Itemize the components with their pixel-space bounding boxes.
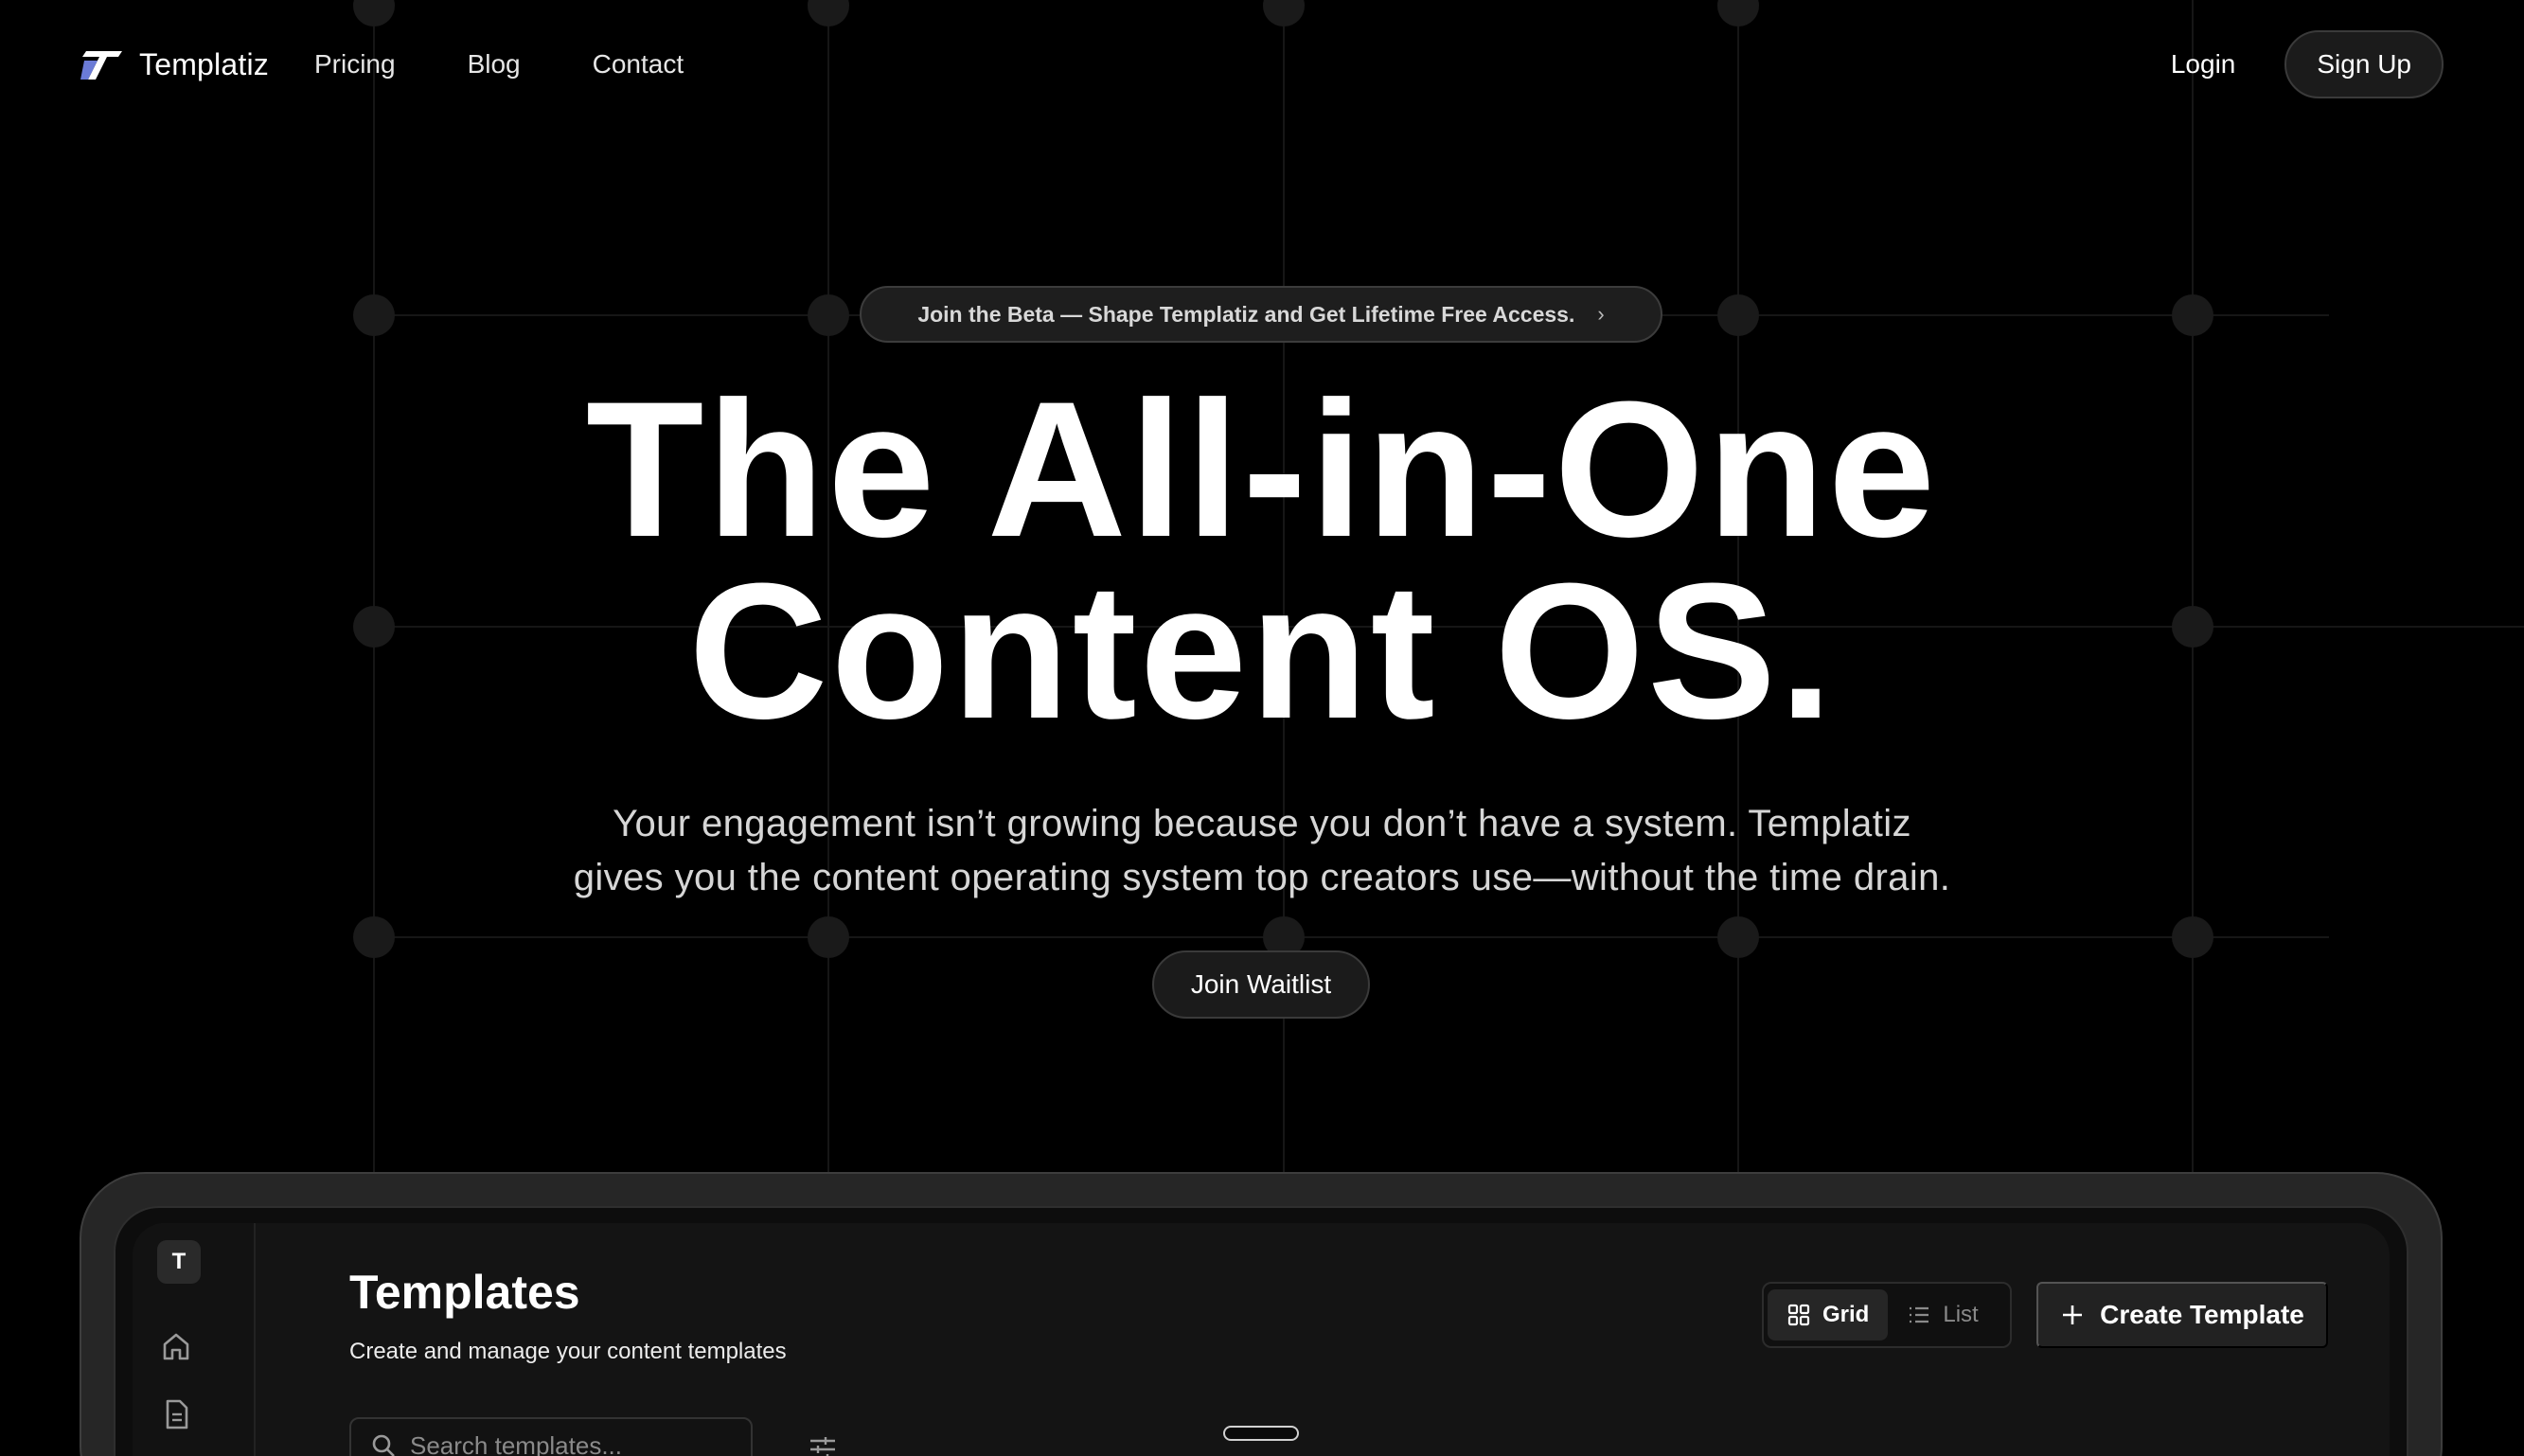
login-link[interactable]: Login — [2171, 49, 2236, 80]
nav-link-contact[interactable]: Contact — [593, 49, 684, 80]
sliders-icon[interactable] — [807, 1433, 839, 1456]
nav-link-pricing[interactable]: Pricing — [314, 49, 396, 80]
grid-view-label: Grid — [1822, 1302, 1870, 1327]
chevron-right-icon: › — [1597, 302, 1605, 326]
grid-icon — [1787, 1304, 1810, 1326]
document-icon[interactable] — [157, 1395, 195, 1433]
subtitle-line-1: Your engagement isn’t growing because yo… — [613, 803, 1911, 844]
sign-up-button[interactable]: Sign Up — [2284, 30, 2444, 98]
hero-subtitle: Your engagement isn’t growing because yo… — [0, 797, 2524, 905]
grid-view-button[interactable]: Grid — [1768, 1289, 1889, 1341]
sidebar-logo[interactable]: T — [157, 1240, 201, 1284]
app-sidebar: T — [133, 1223, 256, 1456]
landing-page: Templatiz Pricing Blog Contact Login Sig… — [0, 0, 2524, 1456]
app-preview-device: T Templates Create and manage your conte… — [80, 1172, 2443, 1456]
subtitle-line-2: gives you the content operating system t… — [573, 857, 1951, 898]
templates-subtitle: Create and manage your content templates — [349, 1339, 787, 1364]
list-icon — [1910, 1306, 1929, 1323]
plus-icon — [2063, 1305, 2083, 1324]
list-view-label: List — [1943, 1302, 1979, 1327]
create-template-label: Create Template — [2100, 1300, 2304, 1329]
logo-mark-icon — [80, 51, 122, 80]
create-template-button[interactable]: Create Template — [2036, 1282, 2328, 1348]
nav-actions: Login Sign Up — [2171, 30, 2444, 98]
search-icon — [372, 1434, 395, 1456]
app-preview: T Templates Create and manage your conte… — [133, 1223, 2390, 1456]
top-navigation: Templatiz Pricing Blog Contact Login Sig… — [0, 0, 2524, 129]
view-toggle: Grid List — [1762, 1282, 2012, 1348]
search-input[interactable] — [410, 1430, 732, 1456]
scroll-handle[interactable] — [1223, 1426, 1299, 1441]
device-screen: T Templates Create and manage your conte… — [114, 1206, 2408, 1456]
list-view-button[interactable]: List — [1888, 1289, 1997, 1341]
join-waitlist-button[interactable]: Join Waitlist — [1152, 950, 1370, 1019]
brand-logo[interactable]: Templatiz — [80, 47, 269, 82]
nav-link-blog[interactable]: Blog — [468, 49, 521, 80]
headline-line-1: The All-in-One — [585, 362, 1939, 577]
beta-announcement-badge[interactable]: Join the Beta — Shape Templatiz and Get … — [860, 286, 1662, 343]
home-icon[interactable] — [157, 1327, 195, 1365]
hero-headline: The All-in-One Content OS. — [0, 362, 2524, 759]
beta-badge-text: Join the Beta — Shape Templatiz and Get … — [917, 301, 1575, 327]
brand-name: Templatiz — [139, 46, 269, 81]
templates-title: Templates — [349, 1266, 580, 1319]
headline-line-2: Content OS. — [688, 543, 1836, 759]
search-field[interactable] — [349, 1417, 753, 1456]
